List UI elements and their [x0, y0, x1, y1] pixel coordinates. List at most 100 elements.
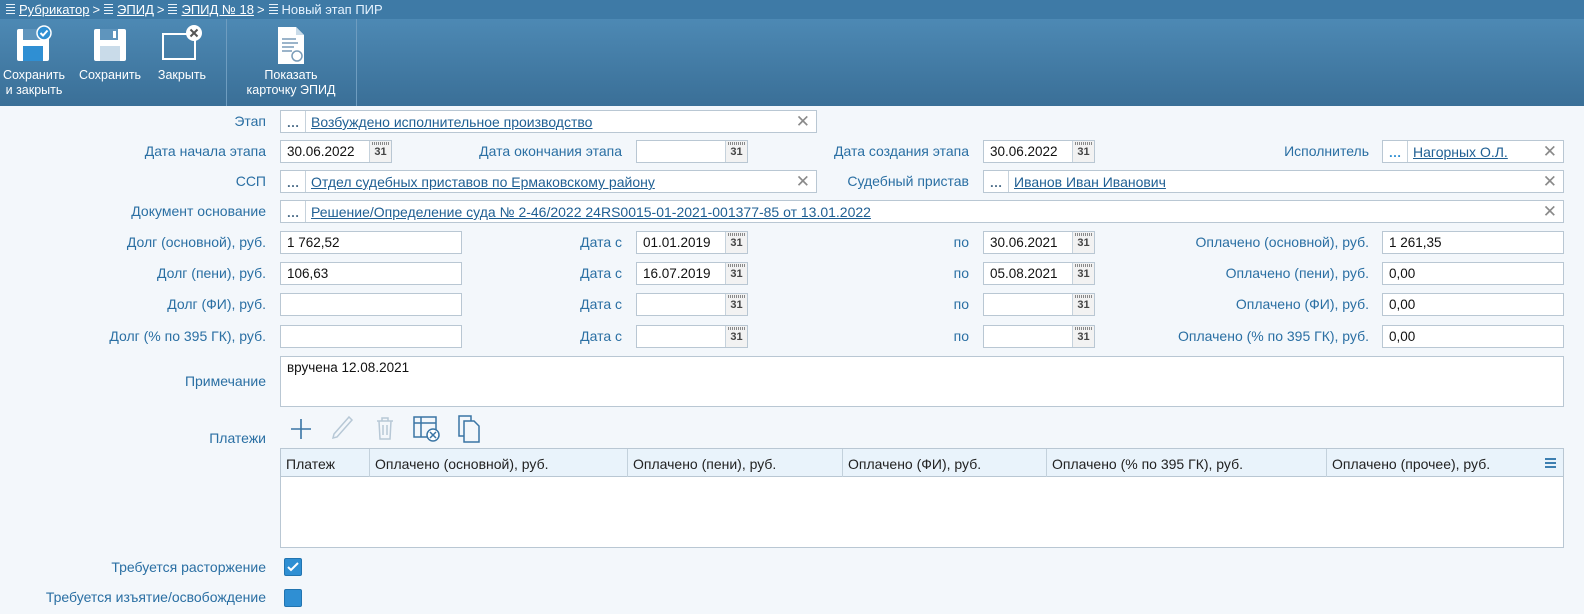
- seizure-checkbox[interactable]: [284, 589, 302, 607]
- debt-395-input[interactable]: [280, 325, 462, 348]
- note-textarea[interactable]: [280, 356, 1564, 407]
- column-header[interactable]: Оплачено (основной), руб.: [370, 449, 628, 477]
- add-payment-button[interactable]: [289, 414, 313, 442]
- select-dots-button[interactable]: …: [281, 171, 306, 192]
- calendar-icon[interactable]: 31: [725, 263, 747, 284]
- edit-pencil-icon[interactable]: [330, 414, 354, 442]
- doc-link[interactable]: Решение/Определение суда № 2-46/2022 24R…: [311, 204, 871, 220]
- calendar-icon[interactable]: 31: [725, 232, 747, 253]
- paid-penalty-label: Оплачено (пени), руб.: [1225, 265, 1369, 281]
- folder-icon: [168, 4, 178, 15]
- column-menu-icon[interactable]: [1545, 458, 1556, 468]
- column-header[interactable]: Оплачено (пени), руб.: [628, 449, 843, 477]
- bailiff-label: Судебный пристав: [847, 173, 969, 189]
- debt-fi-input[interactable]: [280, 293, 462, 316]
- created-date-label: Дата создания этапа: [833, 143, 969, 159]
- toolbar: Сохранить и закрыть Сохранить Закрыть По…: [0, 19, 1584, 106]
- debt-main-label: Долг (основной), руб.: [126, 234, 266, 250]
- close-label: Закрыть: [157, 68, 207, 82]
- executor-field[interactable]: … Нагорных О.Л. ✕: [1382, 140, 1564, 163]
- column-header[interactable]: Оплачено (% по 395 ГК), руб.: [1047, 449, 1327, 477]
- calendar-icon[interactable]: 31: [1072, 326, 1094, 347]
- table-settings-icon[interactable]: [412, 414, 442, 444]
- doc-field[interactable]: … Решение/Определение суда № 2-46/2022 2…: [280, 200, 1564, 223]
- date-from-label: Дата с: [580, 296, 622, 312]
- debt-main-from-input[interactable]: 01.01.2019 31: [636, 231, 748, 254]
- column-header[interactable]: Оплачено (ФИ), руб.: [843, 449, 1047, 477]
- column-header[interactable]: Платеж: [281, 449, 370, 477]
- select-dots-button[interactable]: …: [281, 201, 306, 222]
- copy-icon[interactable]: [456, 414, 482, 444]
- calendar-icon[interactable]: 31: [725, 326, 747, 347]
- stage-link[interactable]: Возбуждено исполнительное производство: [311, 114, 592, 130]
- calendar-icon[interactable]: 31: [1072, 141, 1094, 162]
- calendar-icon[interactable]: 31: [1072, 232, 1094, 253]
- select-dots-button[interactable]: …: [984, 171, 1009, 192]
- executor-link[interactable]: Нагорных О.Л.: [1413, 144, 1508, 160]
- created-date-value: 30.06.2022: [990, 144, 1058, 159]
- paid-fi-input[interactable]: 0,00: [1382, 293, 1564, 316]
- debt-penalty-value: 106,63: [287, 266, 329, 281]
- ssp-link[interactable]: Отдел судебных приставов по Ермаковскому…: [311, 174, 655, 190]
- select-dots-button[interactable]: …: [281, 111, 306, 132]
- calendar-icon[interactable]: 31: [725, 141, 747, 162]
- column-header[interactable]: Оплачено (прочее), руб.: [1327, 449, 1563, 477]
- save-and-close-button[interactable]: Сохранить и закрыть: [0, 19, 68, 106]
- breadcrumb-epid[interactable]: ЭПИД: [117, 2, 154, 17]
- ssp-field[interactable]: … Отдел судебных приставов по Ермаковско…: [280, 170, 817, 193]
- debt-395-label: Долг (% по 395 ГК), руб.: [109, 328, 266, 344]
- bailiff-link[interactable]: Иванов Иван Иванович: [1014, 174, 1166, 190]
- breadcrumb-separator: >: [156, 2, 165, 17]
- list-icon: [6, 4, 15, 15]
- start-date-input[interactable]: 30.06.2022 31: [280, 140, 392, 163]
- termination-checkbox[interactable]: [284, 558, 302, 576]
- paid-395-label: Оплачено (% по 395 ГК), руб.: [1178, 328, 1369, 344]
- paid-395-input[interactable]: 0,00: [1382, 325, 1564, 348]
- check-icon: [287, 562, 299, 572]
- debt-main-input[interactable]: 1 762,52: [280, 231, 462, 254]
- debt-395-to-input[interactable]: 31: [983, 325, 1095, 348]
- debt-penalty-from-input[interactable]: 16.07.2019 31: [636, 262, 748, 285]
- date-to-label: по: [953, 296, 969, 312]
- paid-penalty-input[interactable]: 0,00: [1382, 262, 1564, 285]
- paid-main-input[interactable]: 1 261,35: [1382, 231, 1564, 254]
- clear-icon[interactable]: ✕: [1543, 143, 1557, 160]
- calendar-icon[interactable]: 31: [1072, 263, 1094, 284]
- doc-label: Документ основание: [131, 203, 266, 219]
- paid-main-value: 1 261,35: [1389, 235, 1442, 250]
- clear-icon[interactable]: ✕: [1543, 173, 1557, 190]
- stage-field[interactable]: … Возбуждено исполнительное производство…: [280, 110, 817, 133]
- calendar-icon[interactable]: 31: [1072, 294, 1094, 315]
- date-value: 16.07.2019: [643, 266, 711, 281]
- clear-icon[interactable]: ✕: [796, 113, 810, 130]
- delete-trash-icon[interactable]: [374, 414, 396, 442]
- debt-penalty-label: Долг (пени), руб.: [157, 265, 266, 281]
- date-value: 01.01.2019: [643, 235, 711, 250]
- start-date-value: 30.06.2022: [287, 144, 355, 159]
- debt-penalty-to-input[interactable]: 05.08.2021 31: [983, 262, 1095, 285]
- clear-icon[interactable]: ✕: [796, 173, 810, 190]
- calendar-icon[interactable]: 31: [725, 294, 747, 315]
- debt-main-to-input[interactable]: 30.06.2021 31: [983, 231, 1095, 254]
- save-button[interactable]: Сохранить: [74, 19, 146, 106]
- date-to-label: по: [953, 234, 969, 250]
- select-dots-button[interactable]: …: [1383, 141, 1408, 162]
- breadcrumb-rubricator[interactable]: Рубрикатор: [19, 2, 89, 17]
- show-epid-card-button[interactable]: Показать карточку ЭПИД: [232, 19, 350, 106]
- start-date-label: Дата начала этапа: [144, 143, 266, 159]
- ssp-label: ССП: [235, 173, 266, 189]
- save-and-close-label: Сохранить и закрыть: [2, 68, 66, 97]
- debt-fi-label: Долг (ФИ), руб.: [167, 296, 266, 312]
- end-date-input[interactable]: 31: [636, 140, 748, 163]
- debt-fi-to-input[interactable]: 31: [983, 293, 1095, 316]
- breadcrumb-epid-18[interactable]: ЭПИД № 18: [181, 2, 253, 17]
- bailiff-field[interactable]: … Иванов Иван Иванович ✕: [983, 170, 1564, 193]
- clear-icon[interactable]: ✕: [1543, 203, 1557, 220]
- created-date-input[interactable]: 30.06.2022 31: [983, 140, 1095, 163]
- close-button[interactable]: Закрыть: [150, 19, 214, 106]
- debt-395-from-input[interactable]: 31: [636, 325, 748, 348]
- debt-fi-from-input[interactable]: 31: [636, 293, 748, 316]
- executor-label: Исполнитель: [1284, 143, 1369, 159]
- calendar-icon[interactable]: 31: [369, 141, 391, 162]
- debt-penalty-input[interactable]: 106,63: [280, 262, 462, 285]
